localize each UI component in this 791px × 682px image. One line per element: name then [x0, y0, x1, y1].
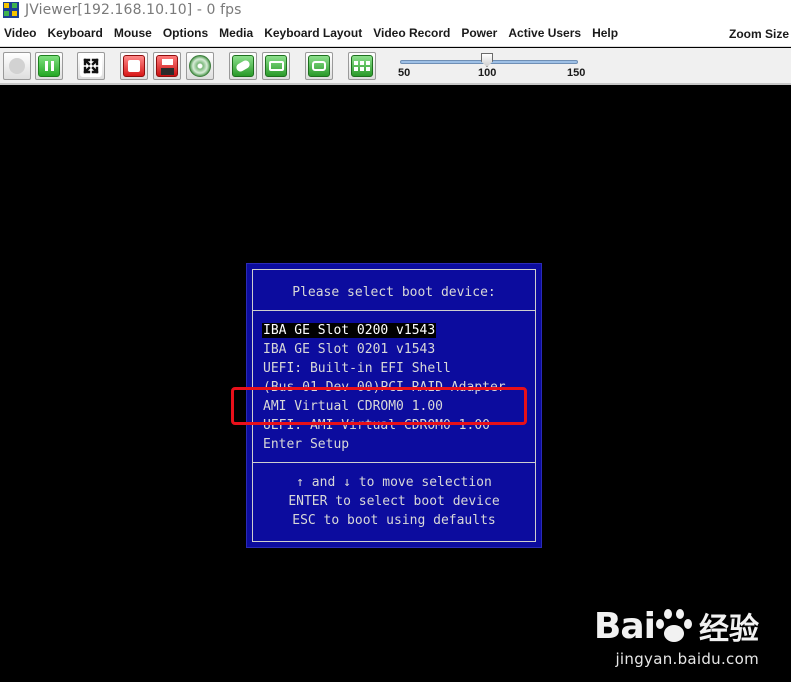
video-record-icon — [308, 55, 330, 77]
pause-icon — [38, 55, 60, 77]
stop-icon — [123, 55, 145, 77]
window-title: JViewer[192.168.10.10] - 0 fps — [25, 2, 242, 18]
baidu-paw-icon — [656, 609, 692, 643]
zoom-max-label: 150 — [567, 67, 586, 79]
keyboard-icon — [265, 55, 287, 77]
zoom-min-label: 50 — [398, 67, 411, 79]
keyboard-button[interactable] — [262, 52, 290, 80]
watermark-brand-left: Bai — [593, 605, 656, 647]
boot-item-iba-0201[interactable]: IBA GE Slot 0201 v1543 — [263, 342, 435, 357]
mouse-button[interactable] — [229, 52, 257, 80]
menu-active-users[interactable]: Active Users — [508, 26, 581, 40]
menu-keyboard[interactable]: Keyboard — [47, 26, 102, 40]
active-users-icon — [351, 55, 373, 77]
toolbar: 50 100 150 — [0, 48, 791, 85]
menu-video[interactable]: Video — [4, 26, 36, 40]
boot-menu-divider-bottom — [253, 462, 535, 463]
baidu-jingyan-watermark: Bai 经验 jingyan.baidu.com — [593, 604, 759, 669]
fullscreen-button[interactable] — [77, 52, 105, 80]
menu-power[interactable]: Power — [461, 26, 497, 40]
boot-menu-title: Please select boot device: — [292, 285, 496, 300]
boot-menu-divider — [253, 310, 535, 311]
video-record-button[interactable] — [305, 52, 333, 80]
menu-options[interactable]: Options — [163, 26, 208, 40]
zoom-mid-label: 100 — [478, 67, 497, 79]
boot-item-iba-0200[interactable]: IBA GE Slot 0200 v1543 — [262, 323, 437, 338]
floppy-button[interactable] — [153, 52, 181, 80]
annotation-highlight — [231, 387, 527, 425]
cd-button[interactable] — [186, 52, 214, 80]
boot-item-enter-setup[interactable]: Enter Setup — [263, 437, 349, 452]
menu-video-record[interactable]: Video Record — [373, 26, 450, 40]
menu-help[interactable]: Help — [592, 26, 618, 40]
active-users-button[interactable] — [348, 52, 376, 80]
zoom-slider[interactable]: 50 100 150 — [398, 51, 590, 83]
app-logo-icon — [3, 2, 19, 18]
fullscreen-icon — [80, 55, 102, 77]
menu-keyboard-layout[interactable]: Keyboard Layout — [264, 26, 362, 40]
boot-item-efi-shell[interactable]: UEFI: Built-in EFI Shell — [263, 361, 451, 376]
mouse-icon — [232, 55, 254, 77]
menubar: Video Keyboard Mouse Options Media Keybo… — [0, 20, 791, 47]
menu-media[interactable]: Media — [219, 26, 253, 40]
floppy-icon — [156, 55, 178, 77]
boot-help-enter: ENTER to select boot device — [288, 494, 500, 509]
remote-screen[interactable]: Please select boot device: IBA GE Slot 0… — [0, 87, 791, 682]
watermark-brand-right: 经验 — [699, 613, 759, 646]
boot-help-esc: ESC to boot using defaults — [292, 513, 496, 528]
cd-icon — [189, 55, 211, 77]
stop-button[interactable] — [120, 52, 148, 80]
play-button[interactable] — [3, 52, 31, 80]
window-titlebar: JViewer[192.168.10.10] - 0 fps — [0, 0, 791, 20]
watermark-url: jingyan.baidu.com — [615, 650, 759, 668]
pause-button[interactable] — [35, 52, 63, 80]
zoom-size-label: Zoom Size — [728, 27, 789, 41]
play-icon — [9, 58, 25, 74]
menu-mouse[interactable]: Mouse — [114, 26, 152, 40]
zoom-slider-thumb[interactable] — [481, 53, 493, 67]
boot-help-move: ↑ and ↓ to move selection — [296, 475, 492, 490]
